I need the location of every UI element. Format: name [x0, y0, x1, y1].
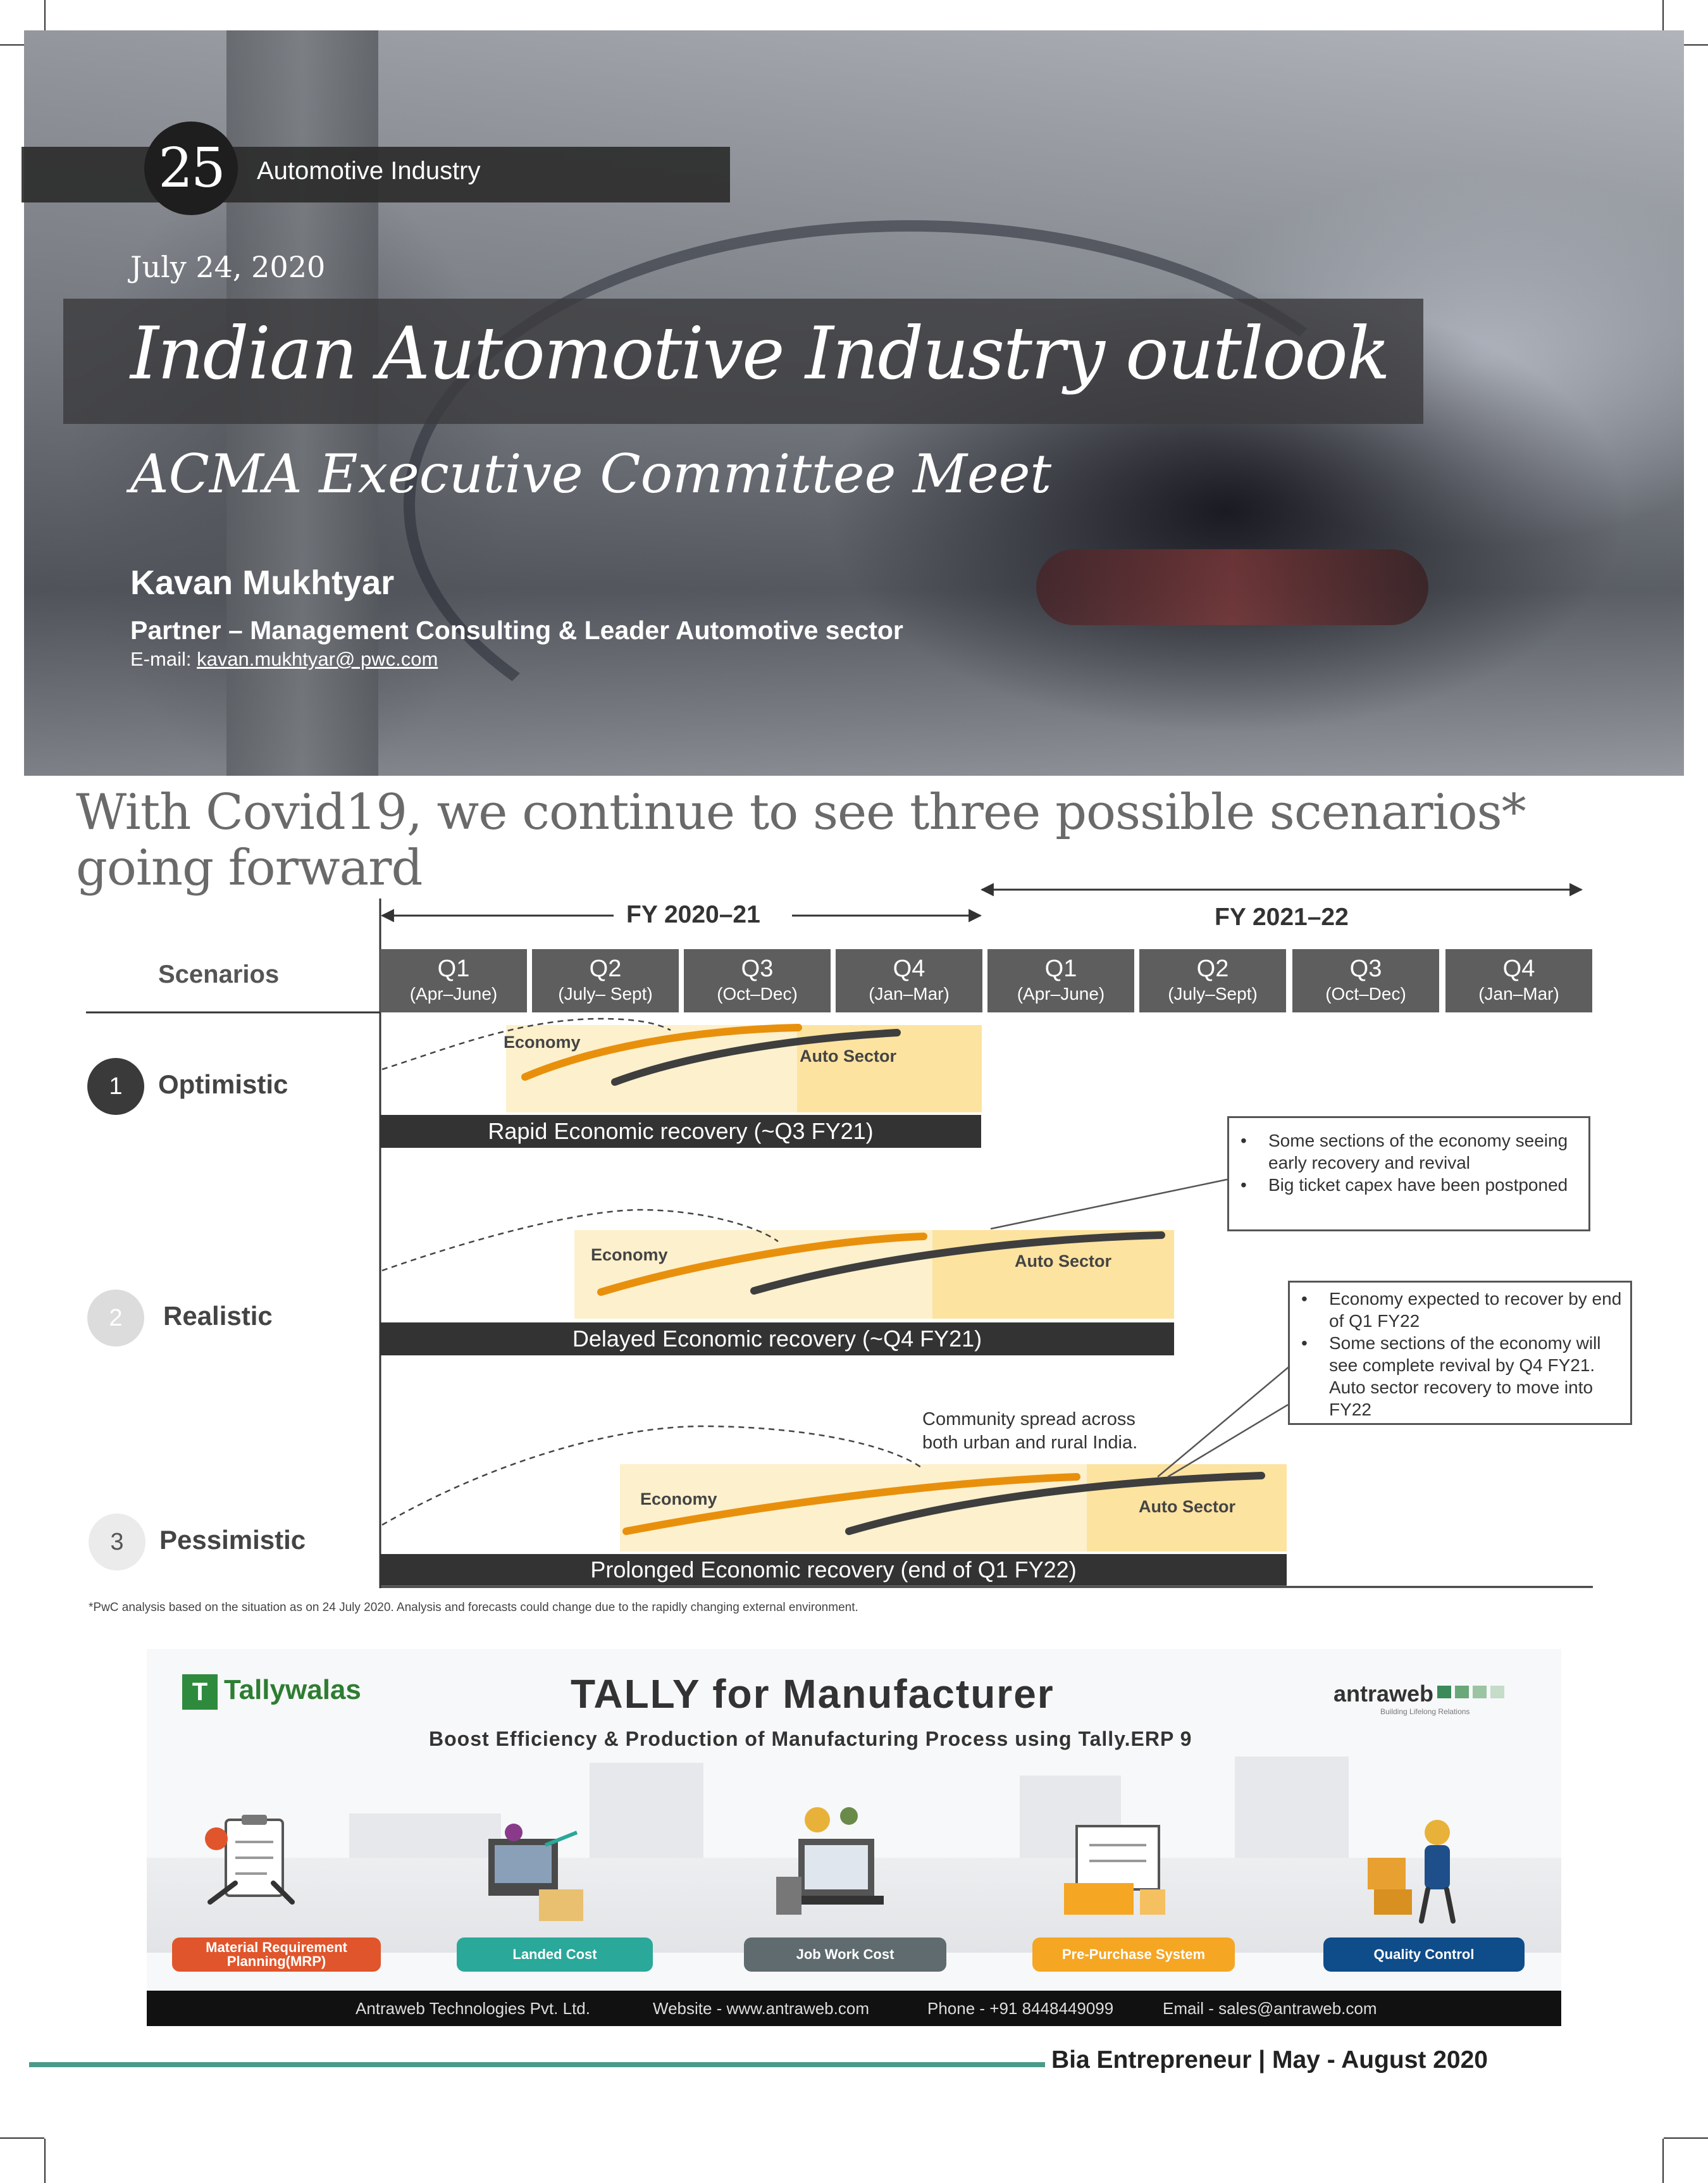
- ad-company: Antraweb Technologies Pvt. Ltd.: [356, 1999, 590, 2018]
- scenario3-dashed-curve: [381, 1425, 924, 1526]
- scenario1-recovery-bar: Rapid Economic recovery (~Q3 FY21): [380, 1115, 981, 1148]
- mrp-pill[interactable]: Material Requirement Planning(MRP): [172, 1937, 381, 1972]
- callout2-pointer-b: [1167, 1403, 1289, 1478]
- scenario2-economy-label: Economy: [591, 1245, 668, 1264]
- antraweb-logo-square: [1490, 1686, 1504, 1698]
- antraweb-logo-square: [1473, 1686, 1487, 1698]
- clipboard-icon: [205, 1815, 295, 1905]
- callout-bullet: Some sections of the economy will see co…: [1290, 1332, 1630, 1421]
- scenario2-name: Realistic: [163, 1301, 273, 1331]
- ad-website[interactable]: Website - www.antraweb.com: [653, 1991, 869, 2026]
- footer-line: [29, 2062, 1045, 2067]
- tally-advertisement[interactable]: T Tallywalas TALLY for Manufacturer Boos…: [147, 1649, 1561, 2026]
- ad-email[interactable]: Email - sales@antraweb.com: [1163, 1991, 1377, 2026]
- ad-tagline: Boost Efficiency & Production of Manufac…: [429, 1727, 1192, 1750]
- callout-bullet: Some sections of the economy seeing earl…: [1229, 1129, 1588, 1174]
- landed-cost-icon: [488, 1824, 583, 1921]
- crop-mark: [0, 2137, 44, 2139]
- antraweb-logo: antraweb: [1334, 1681, 1434, 1707]
- antraweb-logo-square: [1455, 1686, 1469, 1698]
- callout-bullet: Big ticket capex have been postponed: [1229, 1174, 1588, 1196]
- scenario1-auto-label: Auto Sector: [800, 1047, 897, 1066]
- pre-purchase-icon: [1064, 1825, 1165, 1915]
- crop-mark: [44, 2139, 46, 2183]
- job-work-icon: [776, 1807, 884, 1915]
- scenario3-name: Pessimistic: [159, 1525, 306, 1555]
- scenario3-recovery-bar: Prolonged Economic recovery (end of Q1 F…: [380, 1554, 1287, 1586]
- scenario2-number: 2: [87, 1290, 144, 1346]
- scenario1-name: Optimistic: [158, 1069, 288, 1099]
- scenario2-auto-label: Auto Sector: [1015, 1252, 1112, 1271]
- job-work-cost-pill[interactable]: Job Work Cost: [744, 1937, 946, 1972]
- landed-cost-pill[interactable]: Landed Cost: [457, 1937, 653, 1972]
- tallywalas-logo: Tallywalas: [224, 1674, 361, 1705]
- pre-purchase-pill[interactable]: Pre-Purchase System: [1032, 1937, 1235, 1972]
- ad-phone[interactable]: Phone - +91 8448449099: [927, 1991, 1113, 2026]
- callout2-pointer-a: [1157, 1365, 1291, 1477]
- scenario3-auto-label: Auto Sector: [1139, 1497, 1236, 1516]
- callout-realistic: Economy expected to recover by end of Q1…: [1288, 1281, 1632, 1425]
- magazine-footer: Bia Entrepreneur | May - August 2020: [1051, 2046, 1488, 2074]
- quality-control-icon: [1368, 1820, 1456, 1924]
- footnote: *PwC analysis based on the situation as …: [89, 1601, 858, 1614]
- ad-footer: Antraweb Technologies Pvt. Ltd. Website …: [147, 1991, 1561, 2026]
- callout-optimistic: Some sections of the economy seeing earl…: [1227, 1116, 1590, 1231]
- scenario1-economy-label: Economy: [504, 1033, 581, 1052]
- tallywalas-logo-icon: T: [182, 1674, 218, 1710]
- scenario2-recovery-bar: Delayed Economic recovery (~Q4 FY21): [380, 1322, 1174, 1355]
- callout-bullet: Economy expected to recover by end of Q1…: [1290, 1288, 1630, 1332]
- ad-title: TALLY for Manufacturer: [571, 1671, 1055, 1717]
- antraweb-logo-square: [1437, 1686, 1451, 1698]
- crop-mark: [1664, 2137, 1708, 2139]
- crop-mark: [1662, 2139, 1664, 2183]
- community-spread-note: Community spread across both urban and r…: [922, 1409, 1138, 1453]
- antraweb-tagline: Building Lifelong Relations: [1380, 1707, 1470, 1716]
- scenario1-number: 1: [87, 1058, 144, 1115]
- quality-control-pill[interactable]: Quality Control: [1323, 1937, 1525, 1972]
- callout1-pointer: [990, 1178, 1228, 1230]
- scenario3-economy-label: Economy: [640, 1490, 717, 1508]
- scenario3-number: 3: [89, 1514, 145, 1570]
